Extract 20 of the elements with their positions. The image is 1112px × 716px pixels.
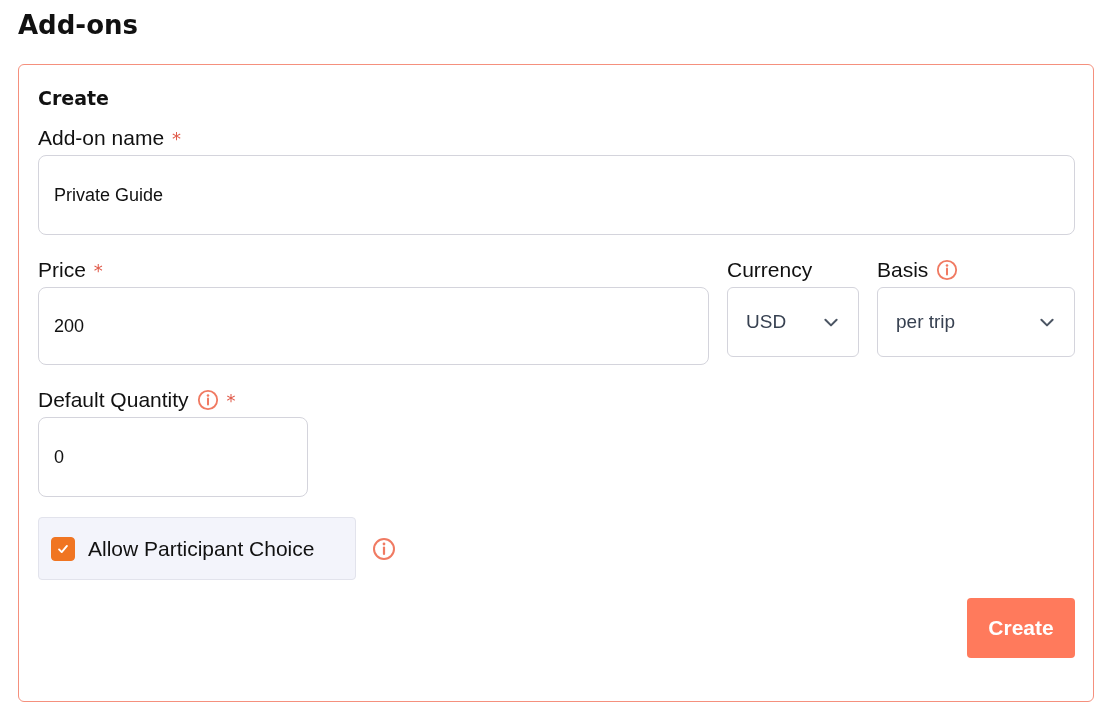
checkbox-option[interactable]: Allow Participant Choice xyxy=(38,517,356,580)
required-asterisk: * xyxy=(172,127,182,149)
field-label: Currency xyxy=(727,258,813,282)
form-title: Create xyxy=(38,87,110,109)
required-asterisk: * xyxy=(93,259,103,281)
page-title: Add-ons xyxy=(18,9,139,42)
select-field[interactable]: per trip xyxy=(877,287,1075,357)
input-field[interactable]: 200 xyxy=(38,287,709,365)
field-label: Default Quantity xyxy=(38,388,189,412)
input-field[interactable]: Private Guide xyxy=(38,155,1075,235)
required-asterisk: * xyxy=(226,389,236,411)
input-field[interactable]: 0 xyxy=(38,417,308,497)
select-field[interactable]: USD xyxy=(727,287,859,357)
info-icon[interactable] xyxy=(936,259,959,281)
info-icon[interactable] xyxy=(372,536,396,561)
field-label: Basis xyxy=(877,258,929,282)
field-label: Price xyxy=(38,258,86,282)
checkbox[interactable] xyxy=(51,536,75,561)
field-label: Add-on name xyxy=(38,126,165,150)
info-icon[interactable] xyxy=(196,389,219,411)
